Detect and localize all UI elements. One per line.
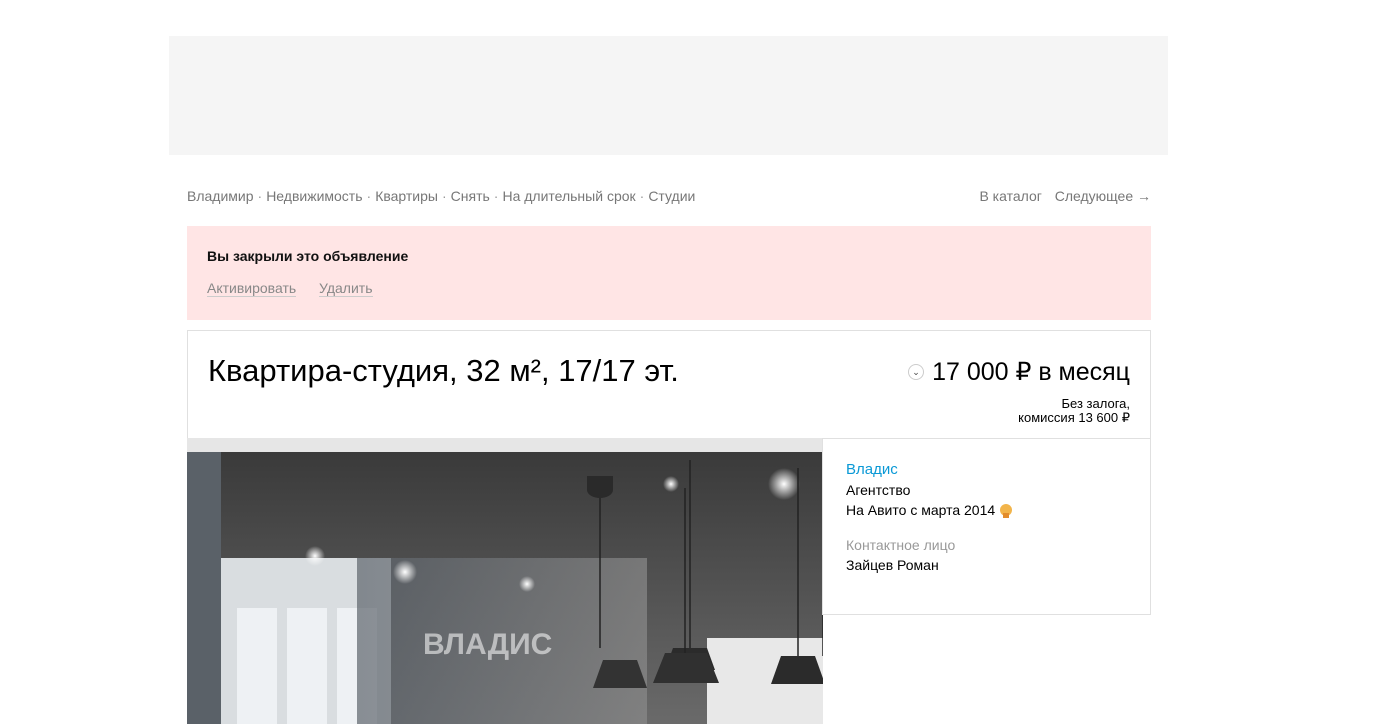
breadcrumb-item[interactable]: Недвижимость bbox=[266, 188, 362, 204]
price-block: ⌄ 17 000 ₽ в месяц bbox=[908, 357, 1130, 387]
closed-notice-actions: Активировать Удалить bbox=[207, 280, 392, 297]
breadcrumb-separator: · bbox=[493, 188, 499, 204]
apartment-photo-image: ВЛАДИС bbox=[187, 438, 823, 724]
closed-listing-notice: Вы закрыли это объявление Активировать У… bbox=[187, 226, 1151, 320]
breadcrumb-item[interactable]: Снять bbox=[451, 188, 490, 204]
medal-icon bbox=[1000, 504, 1013, 518]
breadcrumb-item[interactable]: Квартиры bbox=[375, 188, 438, 204]
breadcrumb-separator: · bbox=[366, 188, 372, 204]
seller-since-text: На Авито с марта 2014 bbox=[846, 502, 996, 518]
contact-person-name: Зайцев Роман bbox=[846, 557, 939, 573]
listing-price: 17 000 ₽ в месяц bbox=[932, 358, 1130, 386]
commission-note: комиссия 13 600 ₽ bbox=[1018, 410, 1130, 425]
breadcrumb-separator: · bbox=[257, 188, 263, 204]
seller-name-link[interactable]: Владис bbox=[846, 461, 898, 478]
breadcrumb-item[interactable]: На длительный срок bbox=[502, 188, 635, 204]
chevron-down-icon[interactable]: ⌄ bbox=[908, 364, 925, 380]
activate-link[interactable]: Активировать bbox=[207, 280, 297, 297]
back-to-catalog-link[interactable]: В каталог bbox=[979, 188, 1041, 204]
photo-watermark: ВЛАДИС bbox=[423, 628, 552, 661]
listing-header: Квартира-студия, 32 м², 17/17 эт. ⌄ 17 0… bbox=[187, 330, 1151, 438]
price-terms: Без залога, комиссия 13 600 ₽ bbox=[1018, 397, 1130, 425]
closed-notice-message: Вы закрыли это объявление bbox=[207, 248, 409, 264]
ad-banner-placeholder bbox=[169, 36, 1168, 155]
breadcrumb: Владимир · Недвижимость · Квартиры · Снять · На … bbox=[187, 188, 695, 204]
breadcrumb-separator: · bbox=[639, 188, 645, 204]
breadcrumb-separator: · bbox=[441, 188, 447, 204]
seller-since: На Авито с марта 2014 bbox=[846, 502, 1013, 518]
listing-title: Квартира-студия, 32 м², 17/17 эт. bbox=[208, 353, 679, 388]
listing-photo[interactable]: ВЛАДИС bbox=[187, 438, 823, 724]
seller-type: Агентство bbox=[846, 482, 911, 498]
listing-navigation: В каталог Следующее → bbox=[970, 188, 1151, 204]
deposit-note: Без залога, bbox=[1061, 396, 1131, 411]
next-listing-link[interactable]: Следующее → bbox=[1055, 188, 1151, 204]
contact-person-label: Контактное лицо bbox=[846, 537, 956, 553]
seller-panel: Владис Агентство На Авито с марта 2014 К… bbox=[822, 438, 1151, 615]
breadcrumb-item[interactable]: Студии bbox=[648, 188, 695, 204]
breadcrumb-item[interactable]: Владимир bbox=[187, 188, 254, 204]
delete-link[interactable]: Удалить bbox=[319, 280, 373, 297]
